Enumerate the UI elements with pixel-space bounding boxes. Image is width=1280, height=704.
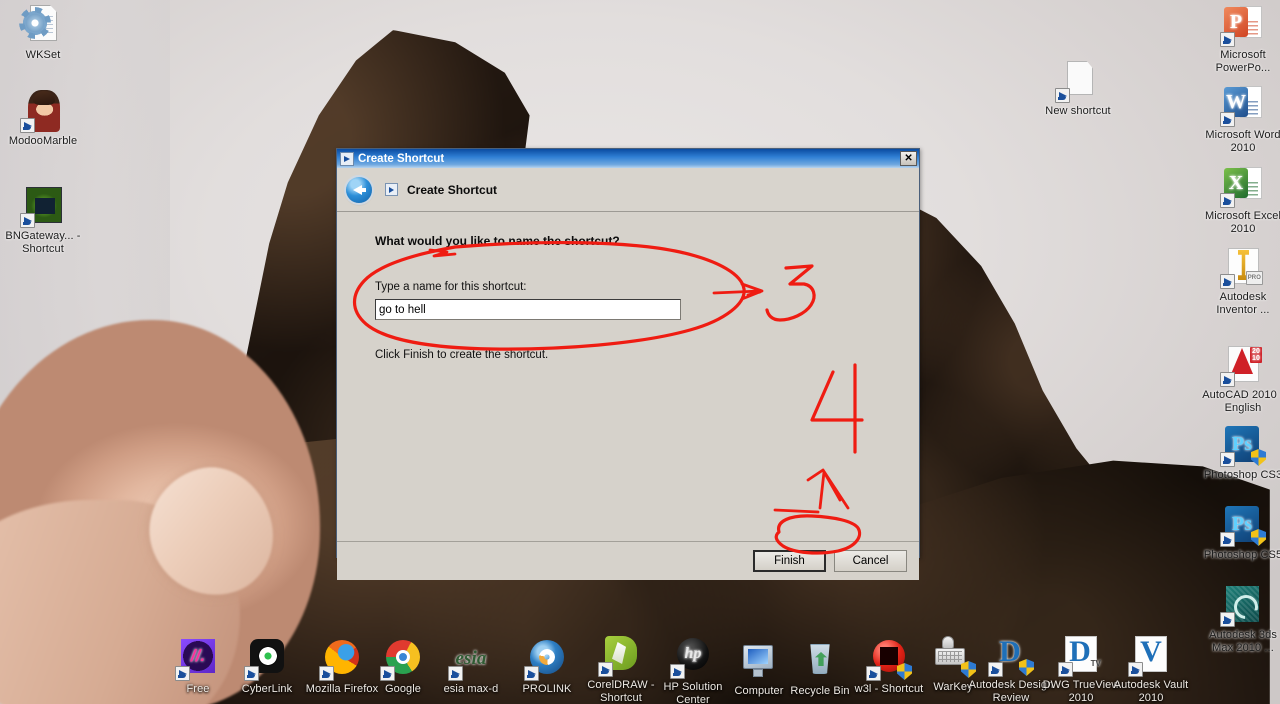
desktop-icon-powerpoint[interactable]: P Microsoft PowerPo... bbox=[1200, 4, 1280, 74]
desktop-icon-new-shortcut[interactable]: New shortcut bbox=[1035, 60, 1121, 118]
autodesk-design-review-icon: D bbox=[988, 634, 1034, 677]
dialog-body: What would you like to name the shortcut… bbox=[337, 212, 919, 542]
desktop-icon-label: Autodesk Inventor ... bbox=[1216, 291, 1270, 316]
desktop-icon-label: ModooMarble bbox=[8, 135, 78, 147]
free-app-icon bbox=[175, 638, 219, 681]
blank-document-icon bbox=[1055, 60, 1099, 103]
dialog-button-bar: Finish Cancel bbox=[337, 542, 919, 580]
photoshop-cs3-icon: Ps bbox=[1220, 424, 1266, 467]
desktop-icon-label: Autodesk 3ds Max 2010 ... bbox=[1209, 629, 1277, 654]
dialog-titlebar[interactable]: Create Shortcut ✕ bbox=[337, 149, 919, 168]
name-field-label: Type a name for this shortcut: bbox=[375, 281, 527, 293]
desktop-icon-label: Microsoft Word 2010 bbox=[1205, 129, 1280, 154]
desktop-icon-esia[interactable]: esia esia max-d bbox=[428, 638, 514, 696]
back-arrow-icon[interactable] bbox=[346, 176, 372, 203]
desktop-icon-bngateway[interactable]: BNGateway... - Shortcut bbox=[0, 185, 86, 255]
finish-hint-text: Click Finish to create the shortcut. bbox=[375, 349, 549, 361]
wizard-header-title: Create Shortcut bbox=[407, 182, 498, 197]
prolink-icon bbox=[524, 638, 568, 681]
desktop-icon-label: Autodesk Vault 2010 bbox=[1113, 679, 1189, 704]
google-chrome-icon bbox=[380, 638, 424, 681]
desktop-icon-label: Microsoft Excel 2010 bbox=[1204, 210, 1280, 235]
desktop-icon-photoshop-cs3[interactable]: Ps Photoshop CS3 bbox=[1200, 424, 1280, 482]
desktop-icon-photoshop-cs5[interactable]: Ps Photoshop CS5 bbox=[1200, 504, 1280, 562]
word-icon: W bbox=[1220, 84, 1264, 127]
dialog-title: Create Shortcut bbox=[358, 152, 445, 165]
desktop-icon-wkset[interactable]: WKSet bbox=[0, 4, 86, 62]
desktop-icon-label: WKSet bbox=[25, 49, 61, 61]
desktop-icon-3dsmax[interactable]: Autodesk 3ds Max 2010 ... bbox=[1200, 584, 1280, 654]
desktop-icon-label: AutoCAD 2010 - English bbox=[1202, 389, 1280, 414]
excel-icon: X bbox=[1220, 165, 1264, 208]
cancel-button[interactable]: Cancel bbox=[834, 550, 907, 572]
close-icon[interactable]: ✕ bbox=[900, 151, 917, 166]
coreldraw-icon bbox=[598, 634, 642, 677]
esia-icon: esia bbox=[448, 638, 492, 681]
computer-icon bbox=[738, 640, 780, 682]
biohazard-icon bbox=[866, 638, 912, 681]
desktop-screen: WKSet ModooMarble BNGateway... - Shortcu… bbox=[0, 0, 1280, 704]
inventor-icon: PRO bbox=[1220, 246, 1264, 289]
recycle-bin-icon bbox=[799, 640, 841, 682]
modoomarble-game-icon bbox=[20, 90, 64, 133]
shortcut-wizard-icon bbox=[385, 183, 398, 196]
powerpoint-icon: P bbox=[1220, 4, 1264, 47]
wizard-header: Create Shortcut bbox=[337, 168, 919, 212]
desktop-icon-label: CyberLink bbox=[241, 683, 293, 695]
desktop-icon-inventor[interactable]: PRO Autodesk Inventor ... bbox=[1200, 246, 1280, 316]
desktop-icon-autodesk-vault[interactable]: V Autodesk Vault 2010 bbox=[1108, 634, 1194, 704]
photoshop-cs5-icon: Ps bbox=[1220, 504, 1266, 547]
dwg-trueview-icon: D TV bbox=[1058, 634, 1102, 677]
page-title: What would you like to name the shortcut… bbox=[375, 234, 620, 248]
desktop-icon-modoomarble[interactable]: ModooMarble bbox=[0, 90, 86, 148]
desktop-icon-autocad[interactable]: 20 10 AutoCAD 2010 - English bbox=[1200, 344, 1280, 414]
desktop-icon-label: BNGateway... - Shortcut bbox=[5, 230, 81, 255]
desktop-icon-excel[interactable]: X Microsoft Excel 2010 bbox=[1200, 165, 1280, 235]
settings-file-icon bbox=[22, 4, 64, 46]
desktop-icon-label: Photoshop CS5 bbox=[1203, 549, 1280, 561]
finish-button[interactable]: Finish bbox=[753, 550, 826, 572]
autodesk-vault-icon: V bbox=[1128, 634, 1172, 677]
3dsmax-icon bbox=[1220, 584, 1264, 627]
cyberlink-icon bbox=[244, 638, 288, 681]
desktop-icon-word[interactable]: W Microsoft Word 2010 bbox=[1200, 84, 1280, 154]
bngateway-icon bbox=[20, 185, 64, 228]
firefox-icon bbox=[319, 638, 363, 681]
desktop-icon-label: New shortcut bbox=[1045, 105, 1111, 117]
desktop-icon-label: Photoshop CS3 bbox=[1203, 469, 1280, 481]
autocad-icon: 20 10 bbox=[1220, 344, 1264, 387]
shortcut-window-icon bbox=[340, 151, 354, 166]
hp-solution-center-icon: hp bbox=[670, 636, 714, 679]
desktop-icon-label: esia max-d bbox=[443, 683, 499, 695]
desktop-icon-cyberlink[interactable]: CyberLink bbox=[224, 638, 310, 696]
shortcut-name-input[interactable] bbox=[375, 299, 681, 320]
create-shortcut-dialog: Create Shortcut ✕ Create Shortcut What w… bbox=[336, 148, 920, 580]
desktop-icon-label: Microsoft PowerPo... bbox=[1215, 49, 1271, 74]
